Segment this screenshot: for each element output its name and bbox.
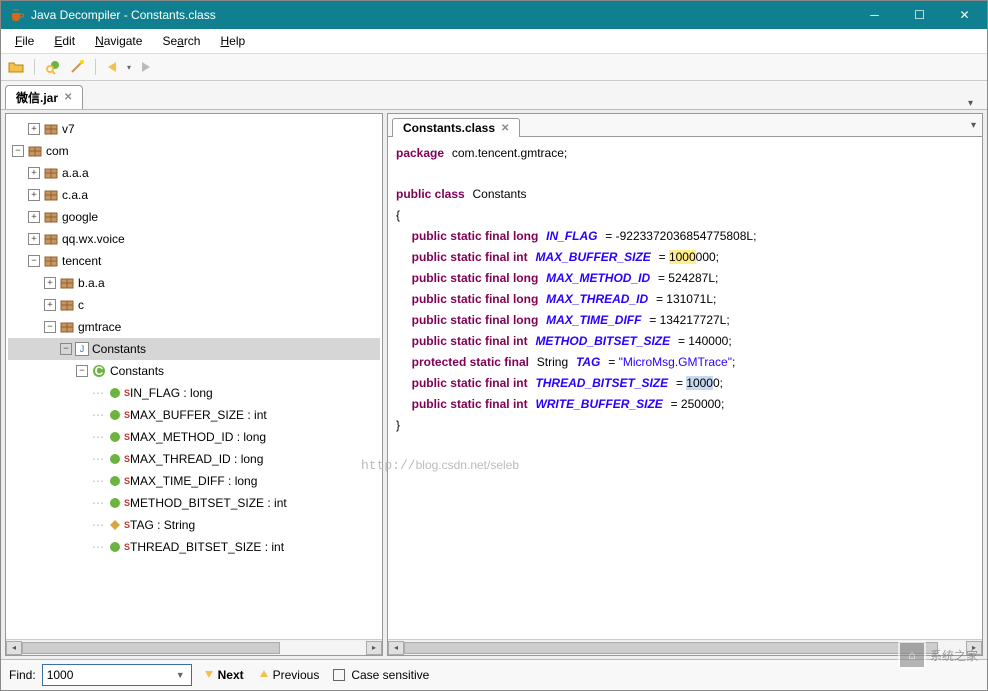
collapse-icon[interactable]: − (76, 365, 88, 377)
arrow-down-icon (203, 668, 215, 683)
scroll-right-icon[interactable]: ▸ (966, 641, 982, 655)
find-label: Find: (9, 668, 36, 682)
package-icon (59, 319, 75, 335)
coffee-icon (9, 7, 25, 23)
find-previous-button[interactable]: Previous (254, 666, 324, 685)
package-icon (59, 275, 75, 291)
search-type-icon[interactable] (44, 58, 62, 76)
tree-node-field[interactable]: ⋯S THREAD_BITSET_SIZE : int (8, 536, 380, 558)
expand-icon[interactable]: + (28, 211, 40, 223)
field-icon (107, 539, 123, 555)
menu-search[interactable]: Search (154, 31, 208, 51)
package-icon (43, 165, 59, 181)
file-tab[interactable]: 微信.jar ✕ (5, 85, 83, 109)
field-icon (107, 407, 123, 423)
class-icon: C (91, 363, 107, 379)
tree-node-constants-file[interactable]: −JConstants (8, 338, 380, 360)
find-dropdown-icon[interactable]: ▼ (176, 670, 185, 680)
package-icon (43, 253, 59, 269)
window-title: Java Decompiler - Constants.class (31, 8, 852, 22)
tree-node-field[interactable]: ⋯S MAX_TIME_DIFF : long (8, 470, 380, 492)
close-icon[interactable]: ✕ (64, 92, 72, 103)
wand-icon[interactable] (68, 58, 86, 76)
field-icon (107, 495, 123, 511)
package-tree[interactable]: +v7 −com +a.a.a +c.a.a +google +qq.wx.vo… (6, 114, 382, 639)
java-file-icon: J (75, 342, 89, 356)
tree-node-field[interactable]: ⋯S TAG : String (8, 514, 380, 536)
package-icon (43, 187, 59, 203)
tree-node-field[interactable]: ⋯S MAX_METHOD_ID : long (8, 426, 380, 448)
find-input[interactable] (42, 664, 192, 686)
svg-text:C: C (95, 364, 104, 378)
toolbar: ▾ (1, 54, 987, 81)
code-tab-label: Constants.class (403, 121, 495, 135)
file-tabs-row: 微信.jar ✕ ▾ (1, 81, 987, 110)
code-tabs-row: Constants.class ✕ ▾ (388, 114, 982, 137)
titlebar: Java Decompiler - Constants.class ─ ☐ ✕ (1, 1, 987, 29)
collapse-icon[interactable]: − (44, 321, 56, 333)
tree-pane: +v7 −com +a.a.a +c.a.a +google +qq.wx.vo… (5, 113, 383, 656)
tabs-menu-icon[interactable]: ▾ (971, 120, 976, 131)
code-tab[interactable]: Constants.class ✕ (392, 118, 520, 137)
find-bar: Find: ▼ Next Previous Case sensitive (1, 659, 987, 690)
scrollbar-horizontal[interactable]: ◂ ▸ (6, 639, 382, 655)
close-button[interactable]: ✕ (942, 1, 987, 29)
menu-file[interactable]: File (7, 31, 42, 51)
field-icon (107, 385, 123, 401)
dropdown-icon[interactable]: ▾ (127, 63, 131, 72)
collapse-icon[interactable]: − (12, 145, 24, 157)
separator (95, 59, 96, 75)
expand-icon[interactable]: + (28, 167, 40, 179)
package-icon (27, 143, 43, 159)
forward-icon[interactable] (137, 58, 155, 76)
expand-icon[interactable]: + (44, 299, 56, 311)
arrow-up-icon (258, 668, 270, 683)
close-icon[interactable]: ✕ (501, 123, 509, 134)
scroll-left-icon[interactable]: ◂ (6, 641, 22, 655)
minimize-button[interactable]: ─ (852, 1, 897, 29)
back-icon[interactable] (105, 58, 123, 76)
package-icon (59, 297, 75, 313)
separator (34, 59, 35, 75)
menubar: File Edit Navigate Search Help (1, 29, 987, 54)
field-icon (107, 473, 123, 489)
expand-icon[interactable]: + (28, 123, 40, 135)
maximize-button[interactable]: ☐ (897, 1, 942, 29)
find-next-button[interactable]: Next (199, 666, 248, 685)
scroll-right-icon[interactable]: ▸ (366, 641, 382, 655)
package-icon (43, 231, 59, 247)
menu-navigate[interactable]: Navigate (87, 31, 150, 51)
menu-edit[interactable]: Edit (46, 31, 83, 51)
tree-node-field[interactable]: ⋯S IN_FLAG : long (8, 382, 380, 404)
field-icon (107, 429, 123, 445)
scrollbar-horizontal[interactable]: ◂ ▸ (388, 639, 982, 655)
checkbox-icon[interactable] (333, 669, 345, 681)
code-pane: Constants.class ✕ ▾ package com.tencent.… (387, 113, 983, 656)
file-tab-label: 微信.jar (16, 89, 58, 106)
package-icon (43, 209, 59, 225)
field-icon (107, 517, 123, 533)
package-icon (43, 121, 59, 137)
collapse-icon[interactable]: − (28, 255, 40, 267)
tabs-menu-icon[interactable]: ▾ (964, 98, 977, 109)
tree-node-field[interactable]: ⋯S MAX_BUFFER_SIZE : int (8, 404, 380, 426)
expand-icon[interactable]: + (44, 277, 56, 289)
collapse-icon[interactable]: − (60, 343, 72, 355)
case-sensitive-checkbox[interactable]: Case sensitive (329, 666, 433, 684)
menu-help[interactable]: Help (212, 31, 253, 51)
expand-icon[interactable]: + (28, 233, 40, 245)
expand-icon[interactable]: + (28, 189, 40, 201)
tree-node-field[interactable]: ⋯S METHOD_BITSET_SIZE : int (8, 492, 380, 514)
open-icon[interactable] (7, 58, 25, 76)
tree-node-field[interactable]: ⋯S MAX_THREAD_ID : long (8, 448, 380, 470)
code-editor[interactable]: package com.tencent.gmtrace; public clas… (388, 137, 982, 639)
scroll-left-icon[interactable]: ◂ (388, 641, 404, 655)
field-icon (107, 451, 123, 467)
tree-node-constants-class[interactable]: −CConstants (8, 360, 380, 382)
